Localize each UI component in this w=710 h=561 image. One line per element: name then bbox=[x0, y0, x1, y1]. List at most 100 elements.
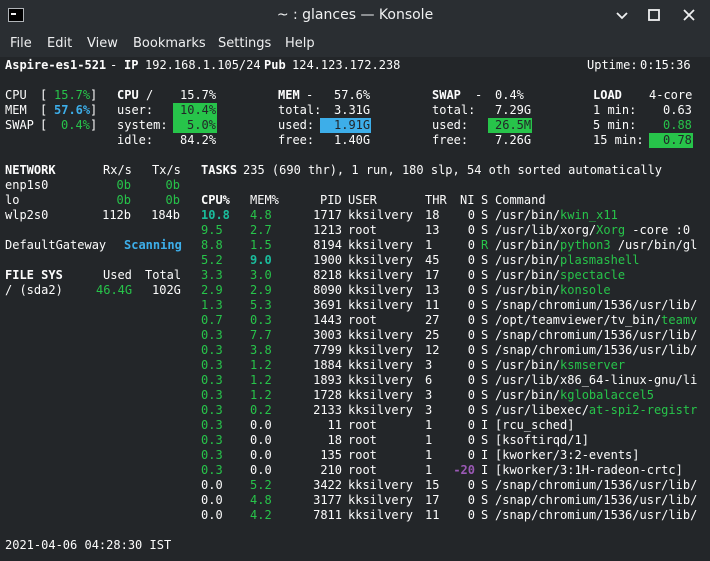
col-command-header[interactable]: Command bbox=[495, 193, 546, 208]
swap-label: SWAP bbox=[432, 88, 461, 102]
nice-value: 0 bbox=[467, 238, 475, 252]
mem-percent: 0.0 bbox=[250, 418, 272, 432]
ip-label: IP bbox=[124, 58, 139, 72]
state: S bbox=[481, 403, 489, 417]
nice-value: 0 bbox=[467, 433, 475, 447]
cpu-percent: 1.3 bbox=[201, 298, 223, 312]
load-cores: 4-core bbox=[649, 88, 693, 102]
state: S bbox=[481, 328, 489, 342]
load-5min-value: 0.88 bbox=[663, 118, 692, 132]
command-name: kglobalaccel5 bbox=[560, 388, 654, 402]
command-path: [ksoftirqd/1] bbox=[495, 433, 589, 447]
command-path: /usr/lib/x86_64-linux-gnu/li bbox=[495, 373, 698, 387]
command: [rcu_sched] bbox=[495, 418, 574, 433]
chevron-down-icon[interactable] bbox=[611, 4, 633, 26]
menu-view[interactable]: View bbox=[87, 36, 118, 51]
menu-edit[interactable]: Edit bbox=[47, 36, 72, 51]
col-s-header[interactable]: S bbox=[481, 193, 488, 208]
ql-cpu-value: 15.7% bbox=[54, 88, 91, 102]
network-rx: 0b bbox=[116, 178, 131, 192]
command-path: /usr/bin/ bbox=[495, 268, 561, 282]
ql-swap-label: SWAP bbox=[5, 118, 34, 132]
command: /snap/chromium/1536/usr/lib/ bbox=[495, 508, 697, 523]
swap-total-percent: 0.4% bbox=[495, 88, 524, 102]
menu-help[interactable]: Help bbox=[285, 36, 315, 51]
thread-count: 18 bbox=[425, 208, 440, 222]
mem-percent: 1.2 bbox=[250, 373, 272, 387]
menu-file[interactable]: File bbox=[10, 36, 32, 51]
cpu-percent: 10.8 bbox=[201, 208, 230, 222]
ql-swap-value: 0.4% bbox=[61, 118, 90, 132]
col-ni-header[interactable]: NI bbox=[460, 193, 474, 208]
state: S bbox=[481, 493, 489, 507]
state: S bbox=[481, 268, 489, 282]
mem-percent: 0.2 bbox=[250, 403, 272, 417]
command: [kworker/3:2-events] bbox=[495, 448, 640, 463]
maximize-icon[interactable] bbox=[643, 4, 665, 26]
pid: 8090 bbox=[313, 283, 342, 297]
cpu-percent: 0.3 bbox=[201, 448, 223, 462]
col-thr-header[interactable]: THR bbox=[425, 193, 447, 208]
nice-value: 0 bbox=[467, 283, 475, 297]
command: /snap/chromium/1536/usr/lib/ bbox=[495, 493, 697, 508]
cpu-system-value: 5.0% bbox=[173, 118, 217, 133]
command-name: at-spi2-registr bbox=[588, 403, 698, 417]
col-mem-header[interactable]: MEM% bbox=[250, 193, 279, 208]
user: kksilvery bbox=[348, 343, 414, 357]
command-args: -core :0 bbox=[625, 223, 691, 237]
thread-count: 12 bbox=[425, 343, 440, 357]
pid: 1900 bbox=[313, 253, 342, 267]
close-icon[interactable] bbox=[678, 4, 700, 26]
pid: 135 bbox=[320, 448, 342, 462]
nice-value: 0 bbox=[467, 313, 475, 327]
nice-value: 0 bbox=[467, 403, 475, 417]
mem-total-label: total: bbox=[278, 103, 322, 117]
thread-count: 11 bbox=[425, 508, 440, 522]
pid: 1717 bbox=[313, 208, 342, 222]
user: kksilvery bbox=[348, 253, 414, 267]
mem-percent: 0.0 bbox=[250, 463, 272, 477]
terminal-view[interactable]: Aspire-es1-521 - IP 192.168.1.105/24 Pub… bbox=[0, 57, 710, 561]
pid: 11 bbox=[327, 418, 342, 432]
command-name: konsole bbox=[560, 283, 611, 297]
thread-count: 1 bbox=[425, 448, 433, 462]
window-titlebar[interactable]: ~ : glances — Konsole bbox=[0, 0, 710, 31]
mem-percent: 9.0 bbox=[250, 253, 272, 267]
command-path: /snap/chromium/1536/usr/lib/ bbox=[495, 298, 698, 312]
col-user-header[interactable]: USER bbox=[348, 193, 377, 208]
col-cpu-header[interactable]: CPU% bbox=[201, 193, 230, 208]
command-path: [kworker/3:2-events] bbox=[495, 448, 640, 462]
network-rx-header: Rx/s bbox=[103, 163, 132, 177]
cpu-user-label: user: bbox=[117, 103, 154, 117]
state: S bbox=[481, 208, 489, 222]
command-path: /usr/bin/ bbox=[495, 253, 561, 267]
filesys-label: FILE SYS bbox=[5, 268, 63, 282]
command-path: /snap/chromium/1536/usr/lib/ bbox=[495, 508, 698, 522]
filesys-total: 102G bbox=[152, 283, 181, 297]
pid: 1728 bbox=[313, 388, 342, 402]
col-pid-header[interactable]: PID bbox=[320, 193, 342, 208]
user: kksilvery bbox=[348, 493, 414, 507]
menu-bookmarks[interactable]: Bookmarks bbox=[133, 36, 206, 51]
state: S bbox=[481, 478, 489, 492]
nice-value: 0 bbox=[467, 448, 475, 462]
swap-used-value: 26.5M bbox=[488, 118, 533, 133]
network-tx: 0b bbox=[165, 193, 180, 207]
swap-used-label: used: bbox=[432, 118, 469, 132]
thread-count: 17 bbox=[425, 268, 440, 282]
cpu-total: 15.7% bbox=[180, 88, 217, 102]
uptime-label: Uptime: bbox=[587, 58, 638, 72]
command-path: /usr/libexec/ bbox=[495, 403, 589, 417]
command-name: Xorg bbox=[596, 223, 626, 237]
menu-settings[interactable]: Settings bbox=[218, 36, 271, 51]
command: /usr/bin/konsole bbox=[495, 283, 611, 298]
thread-count: 3 bbox=[425, 403, 433, 417]
cpu-percent: 8.8 bbox=[201, 238, 223, 252]
pid: 2133 bbox=[313, 403, 342, 417]
network-interface: enp1s0 bbox=[5, 178, 49, 192]
nice-value: 0 bbox=[467, 328, 475, 342]
mem-used-value: 1.91G bbox=[320, 118, 372, 133]
nice-value: 0 bbox=[467, 388, 475, 402]
pid: 7799 bbox=[313, 343, 342, 357]
command-path: /usr/bin/ bbox=[495, 238, 561, 252]
